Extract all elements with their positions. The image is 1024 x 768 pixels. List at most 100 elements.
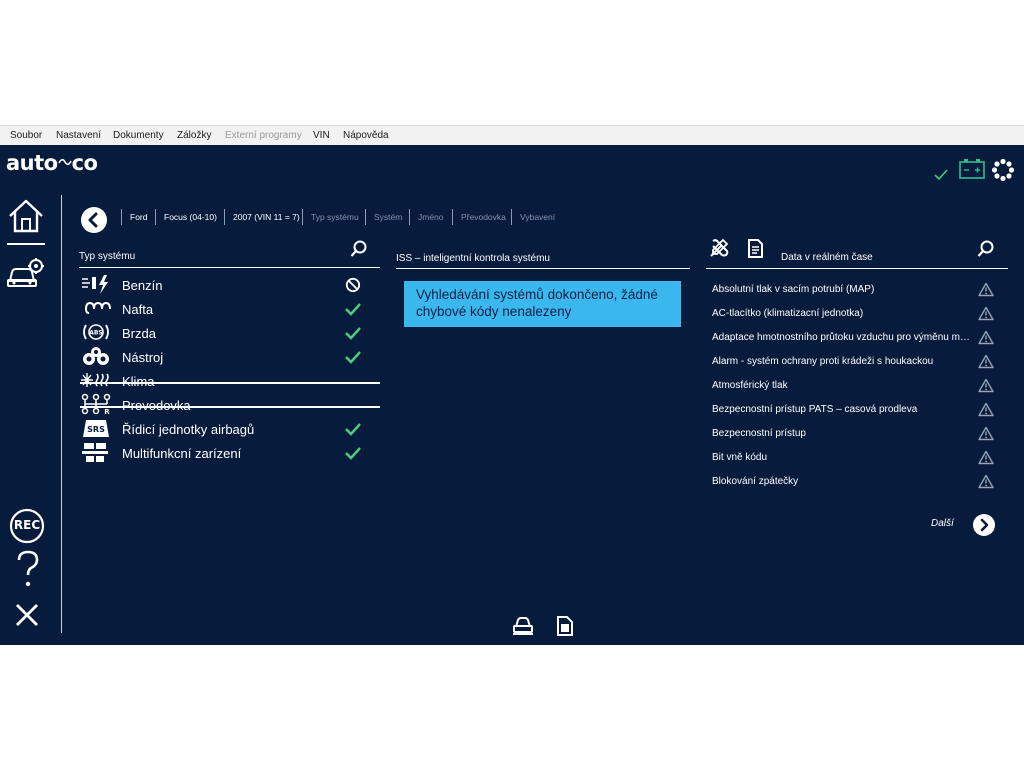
warning-icon bbox=[978, 330, 994, 345]
vci-status-dots-icon[interactable] bbox=[991, 158, 1015, 182]
system-row[interactable]: Klima bbox=[80, 369, 380, 393]
autocom-logo: auto co bbox=[6, 151, 98, 175]
system-row[interactable]: Nafta bbox=[80, 297, 380, 321]
breadcrumb-make[interactable]: Ford bbox=[121, 209, 147, 225]
chevron-right-icon bbox=[980, 518, 989, 532]
air-conditioning-icon bbox=[80, 369, 112, 391]
live-data-item[interactable]: Blokování zpátečky bbox=[712, 473, 997, 493]
battery-icon[interactable] bbox=[959, 158, 985, 180]
live-data-label: Adaptace hmotnostního průtoku vzduchu pr… bbox=[712, 332, 974, 343]
live-data-item[interactable]: Atmosférický tlak bbox=[712, 377, 997, 397]
svg-text:ABS: ABS bbox=[89, 330, 103, 337]
menu-vin[interactable]: VIN bbox=[313, 130, 330, 141]
breadcrumb-year[interactable]: 2007 (VIN 11 = 7) bbox=[224, 209, 300, 225]
abs-brake-icon: ABS bbox=[80, 321, 112, 343]
system-row[interactable]: ABS Brzda bbox=[80, 321, 380, 345]
system-label: Multifunkcní zarízení bbox=[122, 446, 242, 461]
menu-zalozky[interactable]: Záložky bbox=[177, 130, 211, 141]
system-row[interactable]: RPrevodovka bbox=[80, 393, 380, 417]
vehicle-scan-icon[interactable] bbox=[512, 616, 534, 636]
system-status bbox=[344, 349, 362, 365]
system-label: Nafta bbox=[122, 302, 154, 317]
home-icon[interactable] bbox=[7, 197, 45, 235]
blocked-icon bbox=[345, 277, 361, 293]
system-row[interactable]: Multifunkcní zarízení bbox=[80, 441, 380, 465]
rec-label: REC bbox=[13, 518, 41, 532]
next-button[interactable] bbox=[973, 514, 995, 536]
breadcrumb-name[interactable]: Jméno bbox=[409, 209, 444, 225]
breadcrumb-equipment[interactable]: Vybavení bbox=[511, 209, 555, 225]
warning-icon bbox=[978, 354, 994, 369]
live-data-item[interactable]: Adaptace hmotnostního průtoku vzduchu pr… bbox=[712, 329, 997, 349]
system-status bbox=[344, 301, 362, 317]
srs-airbag-icon: SRS bbox=[80, 417, 112, 439]
gearbox-icon: R bbox=[80, 393, 112, 416]
svg-text:R: R bbox=[104, 408, 110, 415]
system-status bbox=[344, 373, 362, 389]
live-data-label: Atmosférický tlak bbox=[712, 380, 788, 391]
live-data-label: Bezpecnostní prístup PATS – casová prodl… bbox=[712, 404, 918, 415]
logo-wave-icon bbox=[57, 158, 72, 166]
tools-icon[interactable] bbox=[709, 238, 729, 258]
next-label[interactable]: Další bbox=[931, 518, 954, 529]
breadcrumb-system-type[interactable]: Typ systému bbox=[302, 209, 359, 225]
breadcrumb-system[interactable]: Systém bbox=[365, 209, 402, 225]
diesel-glow-plug-icon bbox=[80, 297, 112, 319]
ok-check-icon bbox=[345, 351, 361, 364]
system-status bbox=[344, 397, 362, 413]
system-label: Brzda bbox=[122, 326, 156, 341]
warning-icon bbox=[978, 306, 994, 321]
system-row[interactable]: Nástroj bbox=[80, 345, 380, 369]
system-unavailable-strike bbox=[80, 406, 380, 408]
help-question-icon[interactable] bbox=[14, 549, 42, 589]
menu-dokumenty[interactable]: Dokumenty bbox=[113, 130, 164, 141]
system-status bbox=[344, 421, 362, 437]
live-data-item[interactable]: Absolutní tlak v sacím potrubí (MAP) bbox=[712, 281, 997, 301]
live-data-label: Alarm - systém ochrany proti krádeži s h… bbox=[712, 356, 934, 367]
document-report-icon[interactable] bbox=[746, 238, 764, 259]
menu-soubor[interactable]: Soubor bbox=[10, 130, 42, 141]
system-status bbox=[344, 325, 362, 341]
live-data-item[interactable]: AC-tlacítko (klimatizacní jednotka) bbox=[712, 305, 997, 325]
system-status bbox=[344, 277, 362, 293]
live-data-item[interactable]: Bezpecnostní prístup bbox=[712, 425, 997, 445]
system-row[interactable]: SRS Řídicí jednotky airbagů bbox=[80, 417, 380, 441]
report-document-icon[interactable] bbox=[555, 615, 575, 637]
sidebar-divider bbox=[61, 195, 62, 633]
breadcrumb-transmission[interactable]: Převodovka bbox=[452, 209, 506, 225]
live-data-label: Blokování zpátečky bbox=[712, 476, 799, 487]
back-button[interactable] bbox=[81, 207, 107, 233]
iss-underline bbox=[396, 268, 690, 269]
app-window: auto co REC Ford Focus (04-10) 2007 (VIN… bbox=[0, 145, 1024, 645]
search-icon[interactable] bbox=[350, 240, 368, 258]
fuel-injection-icon bbox=[80, 273, 112, 295]
live-data-title: Data v reálném čase bbox=[781, 252, 873, 263]
close-exit-icon[interactable] bbox=[14, 602, 40, 628]
breadcrumb-model[interactable]: Focus (04-10) bbox=[155, 209, 217, 225]
system-type-underline bbox=[79, 267, 380, 268]
ok-check-icon bbox=[345, 423, 361, 436]
system-label: Benzín bbox=[122, 278, 163, 293]
gauges-icon bbox=[80, 345, 112, 367]
warning-icon bbox=[978, 450, 994, 465]
live-data-label: Bezpecnostní prístup bbox=[712, 428, 806, 439]
system-status bbox=[344, 445, 362, 461]
live-data-item[interactable]: Alarm - systém ochrany proti krádeži s h… bbox=[712, 353, 997, 373]
ok-check-icon bbox=[345, 447, 361, 460]
menu-napoveda[interactable]: Nápověda bbox=[343, 130, 389, 141]
vehicle-diagnostics-icon[interactable] bbox=[6, 256, 46, 290]
system-type-title: Typ systému bbox=[79, 251, 136, 262]
live-data-search-icon[interactable] bbox=[977, 240, 995, 258]
system-label: Řídicí jednotky airbagů bbox=[122, 422, 255, 437]
connection-ok-check-icon bbox=[934, 169, 948, 181]
live-data-label: AC-tlacítko (klimatizacní jednotka) bbox=[712, 308, 864, 319]
menu-nastaveni[interactable]: Nastavení bbox=[56, 130, 101, 141]
menu-externi-programy[interactable]: Externí programy bbox=[225, 130, 302, 141]
warning-icon bbox=[978, 378, 994, 393]
live-data-label: Absolutní tlak v sacím potrubí (MAP) bbox=[712, 284, 875, 295]
ok-check-icon bbox=[345, 327, 361, 340]
system-unavailable-strike bbox=[80, 382, 380, 384]
system-row[interactable]: Benzín bbox=[80, 273, 380, 297]
live-data-item[interactable]: Bezpecnostní prístup PATS – casová prodl… bbox=[712, 401, 997, 421]
live-data-item[interactable]: Bit vně kódu bbox=[712, 449, 997, 469]
